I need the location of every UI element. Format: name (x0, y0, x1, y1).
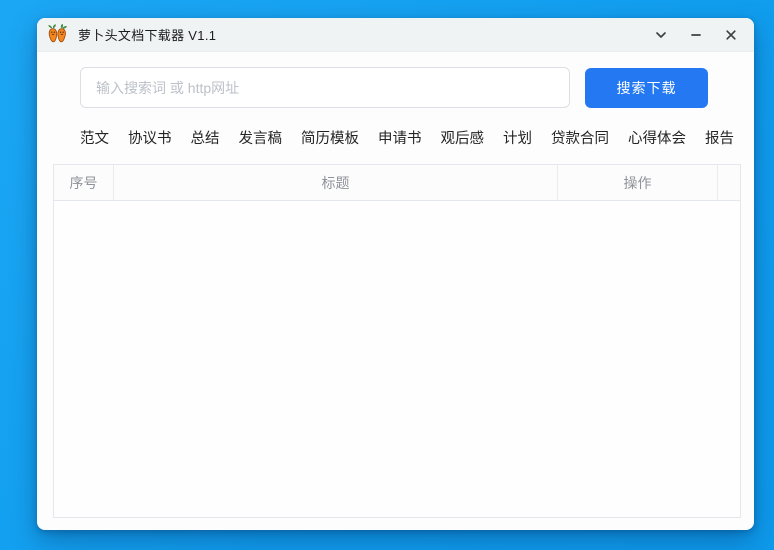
tab-daikuanhetong[interactable]: 贷款合同 (551, 127, 609, 148)
tab-jihua[interactable]: 计划 (503, 127, 532, 148)
tab-jianlimoban[interactable]: 简历模板 (301, 127, 359, 148)
minimize-button[interactable] (687, 26, 705, 44)
results-table-header: 序号 标题 操作 (54, 165, 740, 201)
results-table-body (54, 201, 740, 517)
chevron-down-icon[interactable] (652, 26, 670, 44)
close-button[interactable] (722, 26, 740, 44)
window-controls (652, 26, 740, 44)
tab-shenqingshu[interactable]: 申请书 (378, 127, 422, 148)
tab-baogao[interactable]: 报告 (705, 127, 734, 148)
tab-fayangao[interactable]: 发言稿 (239, 127, 283, 148)
titlebar: 萝卜头文档下载器 V1.1 (37, 18, 754, 52)
results-table: 序号 标题 操作 (53, 164, 741, 518)
column-header-gutter (718, 165, 740, 200)
tab-xindetihui[interactable]: 心得体会 (628, 127, 686, 148)
search-input[interactable] (80, 67, 570, 108)
search-download-button[interactable]: 搜索下载 (585, 68, 708, 108)
tab-xieyishu[interactable]: 协议书 (128, 127, 172, 148)
tab-fanwen[interactable]: 范文 (80, 127, 109, 148)
category-tabs: 范文 协议书 总结 发言稿 简历模板 申请书 观后感 计划 贷款合同 心得体会 … (37, 108, 754, 148)
search-row: 搜索下载 (37, 52, 754, 108)
tab-zongjie[interactable]: 总结 (191, 127, 220, 148)
app-window: 萝卜头文档下载器 V1.1 搜索下载 范文 协议书 总结 发言稿 简历模板 申请… (37, 18, 754, 530)
window-title: 萝卜头文档下载器 V1.1 (78, 28, 217, 43)
column-header-index: 序号 (54, 165, 114, 200)
column-header-action: 操作 (558, 165, 718, 200)
tab-guanhougan[interactable]: 观后感 (441, 127, 485, 148)
carrot-app-icon (44, 22, 70, 48)
column-header-title: 标题 (114, 165, 558, 200)
